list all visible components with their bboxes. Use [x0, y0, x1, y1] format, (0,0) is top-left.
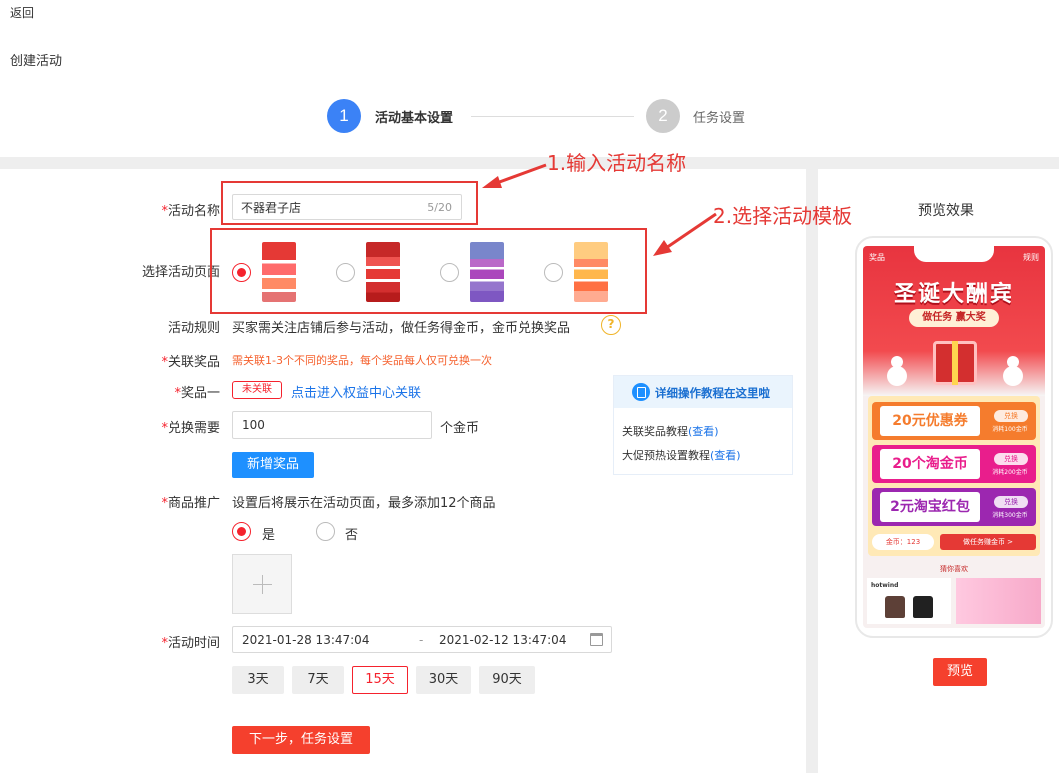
prize-one-label: *奖品一 — [174, 386, 220, 401]
date-end[interactable]: 2021-02-12 13:47:04 — [439, 633, 566, 647]
help-icon[interactable]: ? — [601, 315, 621, 335]
step-connector — [471, 116, 634, 117]
document-icon — [632, 383, 650, 401]
promo-no-label[interactable]: 否 — [345, 524, 358, 543]
coupon-exchange-button: 兑换 — [994, 453, 1028, 465]
preview-title: 预览效果 — [918, 203, 974, 219]
annotation-box-name — [221, 181, 478, 225]
coin-unit: 个金币 — [440, 421, 480, 436]
preview-button[interactable]: 预览 — [933, 658, 987, 686]
phone-notch — [914, 246, 994, 262]
template-radio-3[interactable] — [440, 263, 459, 282]
add-prize-button[interactable]: 新增奖品 — [232, 452, 314, 478]
exchange-field[interactable] — [232, 411, 432, 439]
earn-coins-button: 做任务赚金币 > — [940, 534, 1036, 550]
annotation-arrow-2 — [653, 212, 717, 256]
tutorial-item: 关联奖品教程(查看) — [622, 425, 719, 438]
add-product-button[interactable] — [232, 554, 292, 614]
template-thumb-2[interactable] — [366, 242, 400, 302]
coupon-cost: 消耗300金币 — [992, 512, 1028, 519]
product-card: hotwind — [867, 578, 951, 624]
bag-icon — [885, 596, 905, 618]
link-rights-center[interactable]: 点击进入权益中心关联 — [291, 382, 421, 401]
activity-name-label: *活动名称 — [161, 204, 220, 219]
coupon-panel: 20元优惠券 兑换 消耗100金币 20个淘金币 兑换 消耗200金币 2元淘宝… — [868, 396, 1040, 556]
tutorial-card: 详细操作教程在这里啦 关联奖品教程(查看) 大促预热设置教程(查看) — [613, 375, 793, 475]
bag-icon — [913, 596, 933, 618]
coupon-title: 20元优惠券 — [880, 406, 980, 436]
template-radio-4[interactable] — [544, 263, 563, 282]
step-2-label: 任务设置 — [693, 111, 746, 126]
promo-no-radio[interactable] — [316, 522, 335, 541]
coupon-title: 20个淘金币 — [880, 449, 980, 479]
annotation-text-2: 2.选择活动模板 — [713, 204, 853, 228]
date-range-picker[interactable]: 2021-01-28 13:47:04 - 2021-02-12 13:47:0… — [232, 626, 612, 653]
back-link[interactable]: 返回 — [10, 4, 34, 21]
time-label: *活动时间 — [161, 636, 220, 651]
unlinked-badge: 未关联 — [232, 381, 282, 399]
template-radio-2[interactable] — [336, 263, 355, 282]
next-step-button[interactable]: 下一步，任务设置 — [232, 726, 370, 754]
tutorial-header: 详细操作教程在这里啦 — [614, 376, 792, 408]
page-title: 创建活动 — [10, 54, 63, 69]
promo-yes-radio[interactable] — [232, 522, 251, 541]
quick-3-days[interactable]: 3天 — [232, 666, 284, 694]
promo-label: *商品推广 — [161, 496, 220, 511]
coin-balance: 金币：123 — [872, 534, 934, 550]
promo-description: 设置后将展示在活动页面，最多添加12个商品 — [232, 496, 496, 511]
quick-7-days[interactable]: 7天 — [292, 666, 344, 694]
coupon-exchange-button: 兑换 — [994, 410, 1028, 422]
quick-90-days[interactable]: 90天 — [479, 666, 535, 694]
template-thumb-3[interactable] — [470, 242, 504, 302]
coupon-item: 20元优惠券 兑换 消耗100金币 — [872, 402, 1036, 440]
calendar-icon[interactable] — [590, 633, 603, 646]
template-label: 选择活动页面 — [141, 265, 220, 280]
tutorial-view-link[interactable]: (查看) — [710, 449, 741, 462]
guess-you-like-title: 猜你喜欢 — [940, 565, 968, 573]
template-thumb-1[interactable] — [262, 242, 296, 302]
phone-subline: 做任务 赢大奖 — [909, 309, 999, 327]
rule-label: 活动规则 — [167, 321, 220, 336]
phone-prize-tab: 奖品 — [869, 253, 885, 262]
annotation-text-1: 1.输入活动名称 — [547, 151, 687, 175]
exchange-label: *兑换需要 — [161, 421, 220, 436]
rule-text: 买家需关注店铺后参与活动，做任务得金币，金币兑换奖品 — [232, 321, 571, 336]
phone-headline: 圣诞大酬宾 — [893, 282, 1014, 307]
template-radio-1[interactable] — [232, 263, 251, 282]
quick-30-days[interactable]: 30天 — [416, 666, 471, 694]
phone-banner: 奖品 规则 圣诞大酬宾 做任务 赢大奖 — [863, 246, 1045, 396]
phone-preview: 奖品 规则 圣诞大酬宾 做任务 赢大奖 20元优惠券 兑换 消耗100金币 20… — [855, 236, 1053, 638]
product-card — [956, 578, 1041, 624]
phone-rules-tab: 规则 — [1023, 253, 1039, 262]
date-start[interactable]: 2021-01-28 13:47:04 — [242, 633, 369, 647]
step-1-indicator: 1 — [327, 99, 361, 133]
date-separator: - — [419, 633, 424, 647]
coupon-cost: 消耗200金币 — [992, 469, 1028, 476]
annotation-arrow-1 — [482, 163, 547, 188]
coupon-item: 2元淘宝红包 兑换 消耗300金币 — [872, 488, 1036, 526]
quick-15-days[interactable]: 15天 — [352, 666, 408, 694]
exchange-input[interactable] — [242, 418, 392, 432]
step-2-indicator: 2 — [646, 99, 680, 133]
product-brand: hotwind — [871, 582, 899, 589]
panel-divider — [806, 169, 818, 773]
template-thumb-4[interactable] — [574, 242, 608, 302]
tutorial-item: 大促预热设置教程(查看) — [622, 449, 741, 462]
tutorial-view-link[interactable]: (查看) — [688, 425, 719, 438]
coupon-title: 2元淘宝红包 — [880, 492, 980, 522]
gift-box-icon — [933, 341, 977, 385]
coupon-exchange-button: 兑换 — [994, 496, 1028, 508]
prize-hint: 需关联1-3个不同的奖品，每个奖品每人仅可兑换一次 — [232, 354, 492, 367]
prize-link-label: *关联奖品 — [161, 355, 220, 370]
snowman-icon — [1003, 356, 1023, 386]
tutorial-title: 详细操作教程在这里啦 — [655, 386, 770, 400]
coupon-cost: 消耗100金币 — [992, 426, 1028, 433]
step-1-label: 活动基本设置 — [375, 111, 454, 126]
phone-screen: 奖品 规则 圣诞大酬宾 做任务 赢大奖 20元优惠券 兑换 消耗100金币 20… — [863, 246, 1045, 628]
coupon-item: 20个淘金币 兑换 消耗200金币 — [872, 445, 1036, 483]
snowman-icon — [887, 356, 907, 386]
promo-yes-label[interactable]: 是 — [262, 524, 275, 543]
